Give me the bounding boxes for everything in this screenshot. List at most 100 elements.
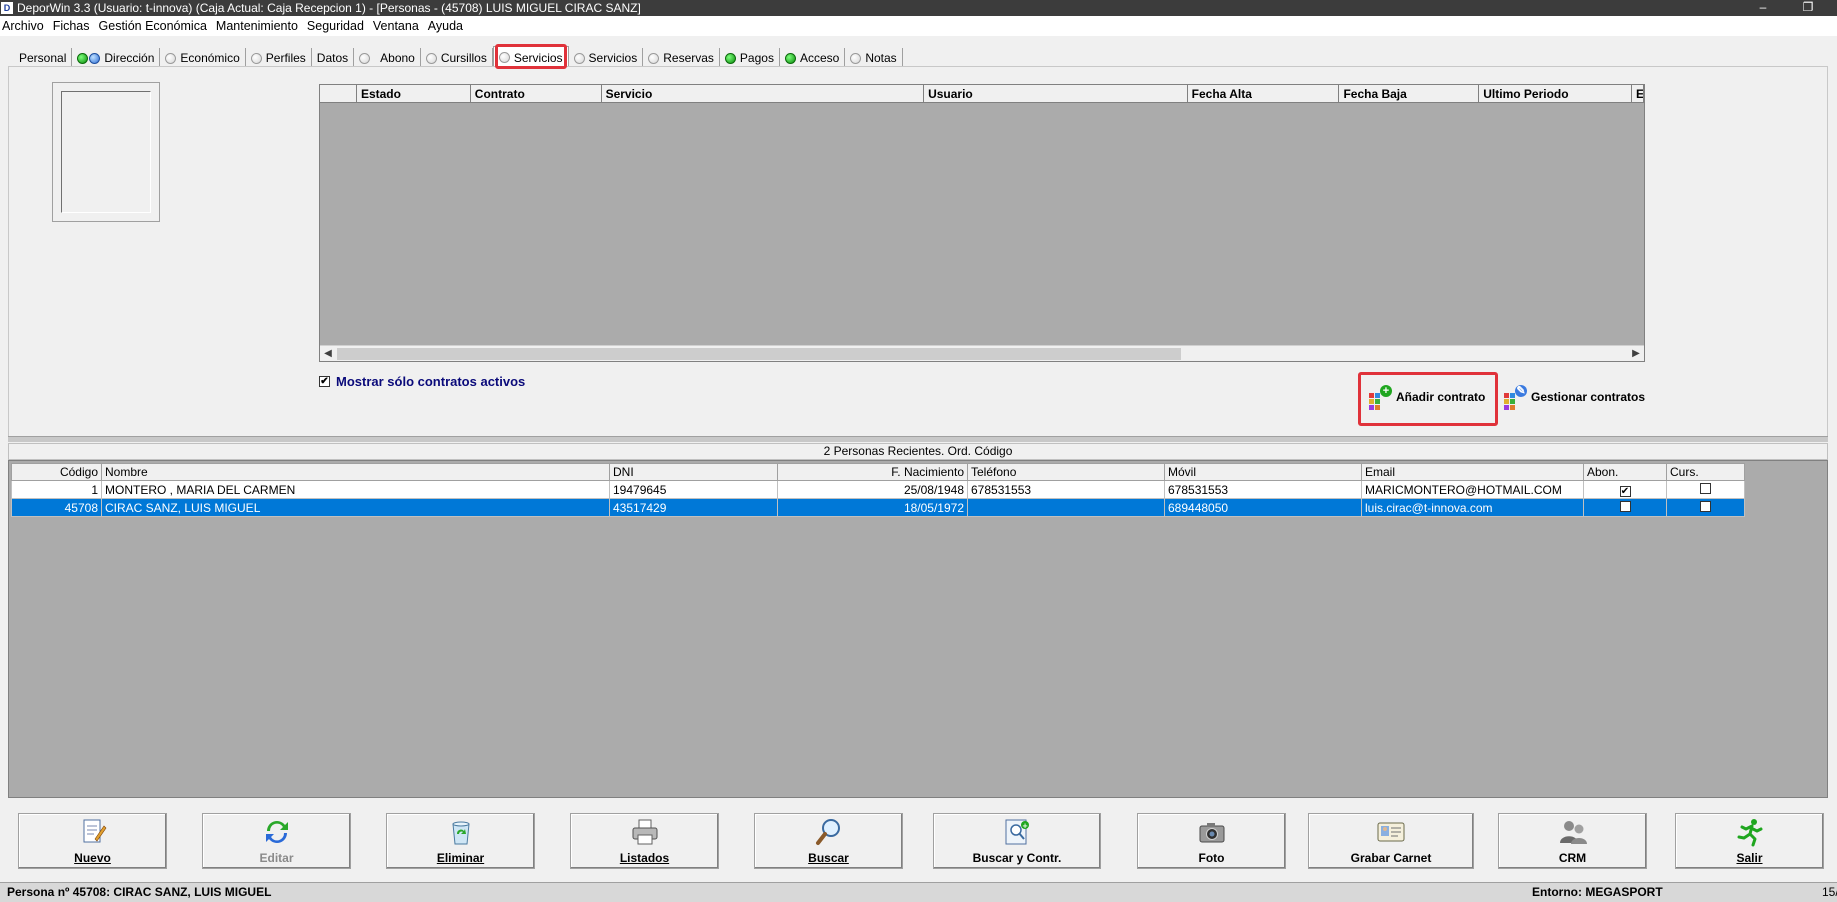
col-codigo[interactable]: Código — [11, 463, 102, 481]
panel-splitter[interactable] — [8, 436, 1828, 442]
menu-mantenimiento[interactable]: Mantenimiento — [214, 19, 305, 33]
tab-strip: Personal Dirección Económico Perfiles Da… — [14, 46, 903, 68]
cell-telefono — [967, 498, 1165, 517]
foto-button[interactable]: Foto — [1137, 813, 1286, 869]
table-row[interactable]: 1 MONTERO , MARIA DEL CARMEN 19479645 25… — [11, 480, 1745, 499]
status-gray-icon — [425, 52, 437, 64]
col-e[interactable]: E — [1632, 85, 1644, 103]
buscar-y-contratar-button[interactable]: + Buscar y Contr. — [933, 813, 1101, 869]
salir-button[interactable]: Salir — [1675, 813, 1824, 869]
status-gray-icon — [850, 52, 862, 64]
col-estado[interactable]: Estado — [357, 85, 471, 103]
table-row-selected[interactable]: 45708 CIRAC SANZ, LUIS MIGUEL 43517429 1… — [11, 498, 1745, 517]
nuevo-button[interactable]: Nuevo — [18, 813, 167, 869]
col-movil[interactable]: Móvil — [1164, 463, 1362, 481]
minimize-button[interactable]: – — [1753, 0, 1773, 16]
manage-contracts-button[interactable]: ✎ Gestionar contratos — [1503, 385, 1645, 410]
col-telefono[interactable]: Teléfono — [967, 463, 1165, 481]
col-email[interactable]: Email — [1361, 463, 1584, 481]
tab-pagos[interactable]: Pagos — [719, 48, 780, 68]
tab-cursillos[interactable]: Cursillos — [420, 48, 493, 68]
status-gray-icon — [573, 52, 585, 64]
contracts-grid-header: Estado Contrato Servicio Usuario Fecha A… — [320, 85, 1644, 103]
tab-perfiles[interactable]: Perfiles — [245, 48, 312, 68]
col-fecha-alta[interactable]: Fecha Alta — [1188, 85, 1340, 103]
col-dni[interactable]: DNI — [609, 463, 778, 481]
show-active-only-option[interactable]: ✔ Mostrar sólo contratos activos — [319, 374, 525, 389]
col-ultimo-periodo[interactable]: Ultimo Periodo — [1479, 85, 1632, 103]
nuevo-label: Nuevo — [74, 851, 111, 865]
cell-nombre: MONTERO , MARIA DEL CARMEN — [101, 480, 610, 499]
col-abon[interactable]: Abon. — [1583, 463, 1667, 481]
add-contract-label: Añadir contrato — [1396, 390, 1486, 404]
status-blue-icon — [89, 52, 101, 64]
col-curs[interactable]: Curs. — [1666, 463, 1745, 481]
col-usuario[interactable]: Usuario — [924, 85, 1188, 103]
col-selector[interactable] — [320, 85, 357, 103]
editar-button[interactable]: Editar — [202, 813, 351, 869]
tab-label: Datos — [316, 51, 349, 65]
tab-datos[interactable]: Datos — [311, 48, 355, 68]
menu-ayuda[interactable]: Ayuda — [426, 19, 470, 33]
tab-label: Reservas — [663, 51, 714, 65]
curs-checkbox[interactable] — [1700, 500, 1711, 512]
tab-abono[interactable]: Abono — [354, 48, 421, 68]
people-icon — [1558, 817, 1588, 847]
camera-icon — [1197, 817, 1227, 847]
cell-movil: 689448050 — [1164, 498, 1362, 517]
eliminar-button[interactable]: Eliminar — [386, 813, 535, 869]
abon-checkbox[interactable]: ✔ — [1619, 485, 1631, 497]
tab-label: Pagos — [739, 51, 774, 65]
grabar-carnet-label: Grabar Carnet — [1350, 851, 1432, 865]
scroll-thumb[interactable] — [337, 348, 1181, 360]
buscar-button[interactable]: Buscar — [754, 813, 903, 869]
person-photo-frame[interactable] — [52, 82, 160, 222]
add-contract-button[interactable]: + Añadir contrato — [1368, 385, 1486, 410]
status-gray-icon — [250, 52, 262, 64]
menu-archivo[interactable]: Archivo — [0, 19, 51, 33]
col-servicio[interactable]: Servicio — [602, 85, 925, 103]
contracts-hscrollbar[interactable]: ◀ ▶ — [320, 345, 1644, 361]
tab-servicios-active[interactable]: Servicios — [492, 46, 569, 68]
persons-grid-caption: 2 Personas Recientes. Ord. Código — [8, 443, 1828, 460]
persons-header-row: Código Nombre DNI F. Nacimiento Teléfono… — [11, 463, 1745, 481]
scroll-left-icon[interactable]: ◀ — [320, 346, 336, 361]
status-green-icon — [784, 52, 796, 64]
photo-placeholder — [61, 91, 151, 213]
new-document-icon — [78, 817, 108, 847]
tab-direccion[interactable]: Dirección — [72, 48, 161, 68]
show-active-only-checkbox[interactable]: ✔ — [319, 376, 330, 387]
menu-fichas[interactable]: Fichas — [51, 19, 97, 33]
crm-button[interactable]: CRM — [1498, 813, 1647, 869]
cell-abon: ✔ — [1583, 480, 1667, 499]
persons-table: Código Nombre DNI F. Nacimiento Teléfono… — [11, 463, 1745, 517]
col-f-nacimiento[interactable]: F. Nacimiento — [777, 463, 968, 481]
salir-label: Salir — [1736, 851, 1763, 865]
tab-economico[interactable]: Económico — [160, 48, 246, 68]
manage-contracts-icon: ✎ — [1503, 385, 1527, 410]
curs-checkbox[interactable] — [1700, 482, 1711, 494]
grabar-carnet-button[interactable]: Grabar Carnet — [1308, 813, 1474, 869]
tab-notas[interactable]: Notas — [845, 48, 903, 68]
scroll-right-icon[interactable]: ▶ — [1628, 346, 1644, 361]
tab-servicios[interactable]: Servicios — [568, 48, 644, 68]
tab-label: Acceso — [799, 51, 840, 65]
menu-gestion-economica[interactable]: Gestión Económica — [97, 19, 214, 33]
tab-acceso[interactable]: Acceso — [779, 48, 846, 68]
abon-checkbox[interactable] — [1619, 500, 1631, 512]
status-green-icon — [724, 52, 736, 64]
tab-reservas[interactable]: Reservas — [643, 48, 720, 68]
col-fecha-baja[interactable]: Fecha Baja — [1339, 85, 1480, 103]
listados-button[interactable]: Listados — [570, 813, 719, 869]
menu-ventana[interactable]: Ventana — [371, 19, 426, 33]
menu-seguridad[interactable]: Seguridad — [305, 19, 371, 33]
status-gray-icon — [648, 52, 660, 64]
status-gray-icon — [359, 52, 371, 64]
persons-grid[interactable]: Código Nombre DNI F. Nacimiento Teléfono… — [8, 460, 1828, 798]
restore-button[interactable]: ❐ — [1798, 0, 1818, 16]
col-contrato[interactable]: Contrato — [471, 85, 602, 103]
tab-personal[interactable]: Personal — [14, 48, 73, 68]
title-bar: D DeporWin 3.3 (Usuario: t-innova) (Caja… — [0, 0, 1837, 16]
contracts-grid[interactable]: Estado Contrato Servicio Usuario Fecha A… — [319, 84, 1645, 362]
col-nombre[interactable]: Nombre — [101, 463, 610, 481]
